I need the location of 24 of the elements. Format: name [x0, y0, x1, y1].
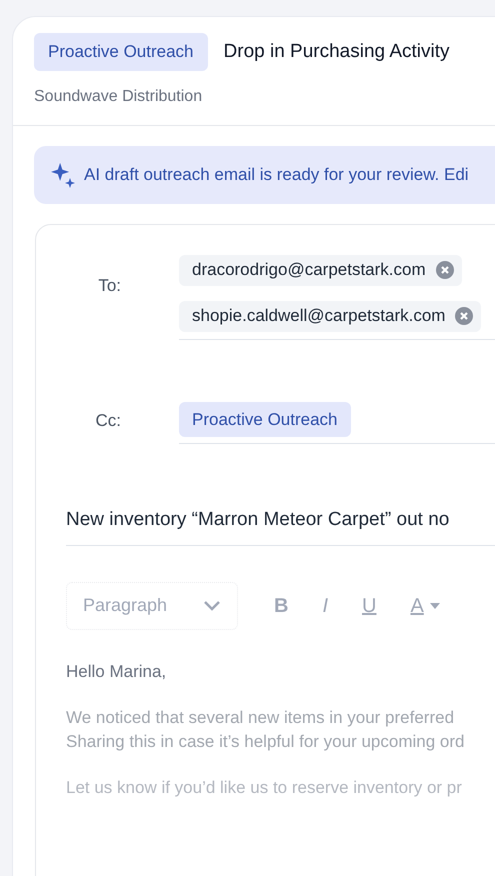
caret-icon	[430, 602, 440, 608]
recipient-chip[interactable]: shopie.caldwell@carpetstark.com	[179, 300, 482, 332]
body-text: Hello Marina,	[66, 660, 166, 682]
body-text: Sharing this in case it’s helpful for your upcoming ord	[66, 730, 464, 752]
banner-message: AI draft outreach email is ready for your review. Edi	[84, 164, 469, 186]
sparkle-icon	[50, 162, 76, 188]
paragraph-dropdown[interactable]: Paragraph	[66, 582, 238, 630]
subject-field[interactable]: New inventory “Marron Meteor Carpet” out no	[66, 506, 495, 534]
company-name: Soundwave Distribution	[33, 86, 202, 106]
underline-button[interactable]: U	[354, 586, 384, 626]
remove-icon[interactable]	[455, 307, 474, 325]
chevron-down-icon	[203, 600, 221, 612]
cc-label: Cc:	[94, 410, 121, 432]
remove-icon[interactable]	[436, 261, 454, 279]
body-text: We noticed that several new items in your preferred	[66, 706, 454, 728]
recipient-chip[interactable]: dracorodrigo@carpetstark.com	[179, 254, 462, 286]
cc-group-chip[interactable]: Proactive Outreach	[179, 402, 351, 437]
page-title: Drop in Purchasing Activity	[224, 40, 450, 64]
category-badge: Proactive Outreach	[34, 33, 208, 70]
text-color-button[interactable]: A	[402, 586, 448, 626]
italic-button[interactable]: I	[314, 586, 336, 626]
bold-button[interactable]: B	[266, 586, 296, 626]
body-text: Let us know if you’d like us to reserve inventory or pr	[66, 776, 462, 798]
to-label: To:	[97, 274, 121, 296]
